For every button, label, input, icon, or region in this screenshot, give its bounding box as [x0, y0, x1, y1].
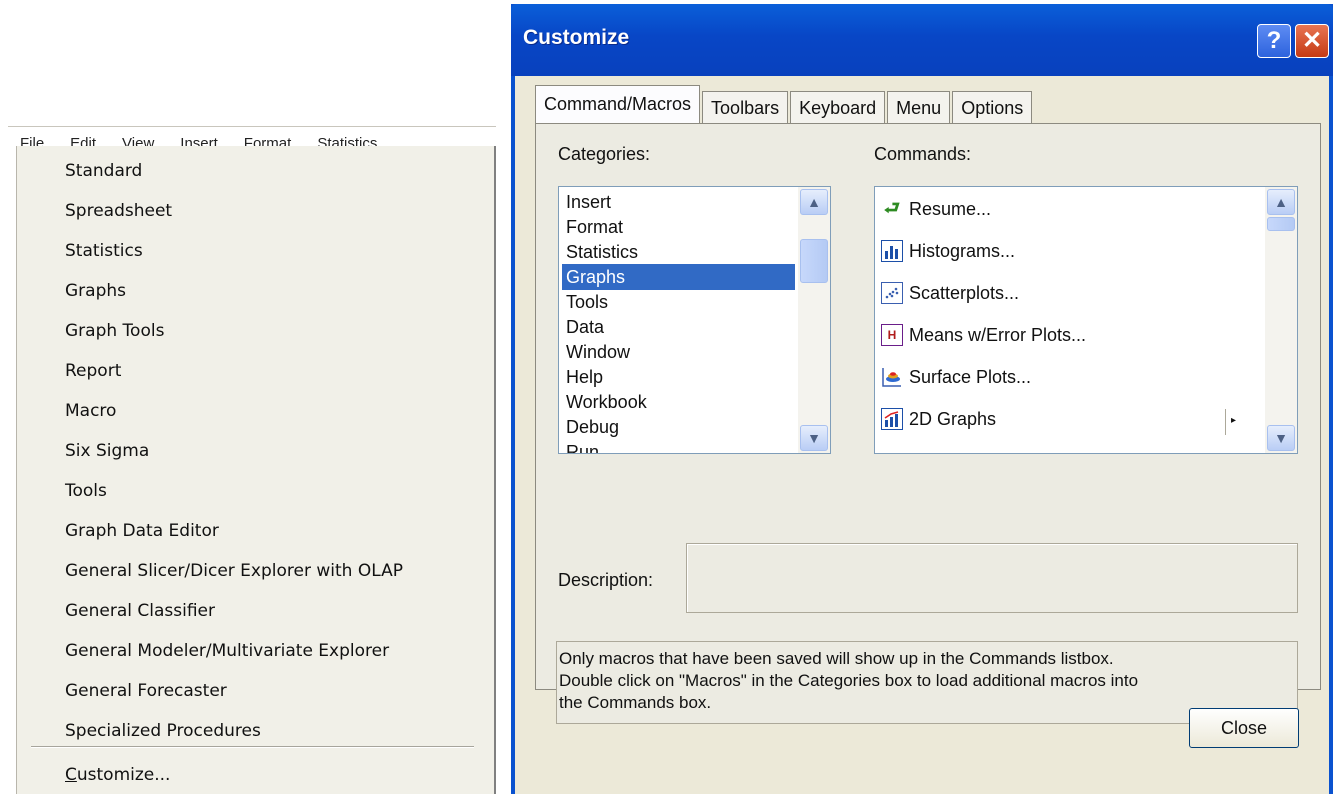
tab-toolbars[interactable]: Toolbars — [702, 91, 789, 124]
command-label: 2D Graphs — [909, 408, 997, 429]
category-insert[interactable]: Insert — [562, 189, 795, 215]
menu-item-graph-tools[interactable]: Graph Tools — [17, 316, 494, 346]
category-data[interactable]: Data — [562, 314, 795, 340]
command-label: Surface Plots... — [909, 366, 1032, 387]
command-histograms[interactable]: Histograms... — [881, 233, 1015, 269]
categories-listbox[interactable]: Insert Format Statistics Graphs Tools Da… — [558, 186, 831, 454]
categories-scrollbar[interactable]: ▲ ▼ — [798, 187, 830, 453]
green-arrow-icon: ⮐ — [883, 198, 901, 218]
info-line: the Commands box. — [559, 693, 712, 712]
info-text: Only macros that have been saved will sh… — [556, 641, 1298, 724]
command-label: Scatterplots... — [909, 282, 1020, 303]
command-resume[interactable]: ⮐ Resume... — [881, 191, 991, 227]
error-plot-icon: H — [881, 324, 903, 346]
scroll-down-arrow-icon[interactable]: ▼ — [800, 425, 828, 451]
customize-dialog: Customize ? ✕ Command/Macros Toolbars Ke… — [511, 4, 1333, 794]
category-run[interactable]: Run — [562, 439, 795, 453]
category-statistics[interactable]: Statistics — [562, 239, 795, 265]
dialog-body: Command/Macros Toolbars Keyboard Menu Op… — [515, 76, 1329, 794]
customize-label: ustomize... — [76, 765, 171, 785]
menu-item-graphs[interactable]: Graphs — [17, 276, 494, 306]
2d-graph-icon — [881, 408, 903, 430]
category-help[interactable]: Help — [562, 364, 795, 390]
menu-item-six-sigma[interactable]: Six Sigma — [17, 436, 494, 466]
help-button[interactable]: ? — [1257, 24, 1291, 58]
tab-options[interactable]: Options — [952, 91, 1033, 124]
menu-item-tools[interactable]: Tools — [17, 476, 494, 506]
commands-label: Commands: — [874, 144, 972, 164]
surface-plot-icon — [881, 366, 903, 388]
scroll-thumb[interactable] — [1267, 217, 1295, 231]
menu-item-statistics[interactable]: Statistics — [17, 236, 494, 266]
command-means-error-plots[interactable]: H Means w/Error Plots... — [881, 317, 1086, 353]
split-divider — [1225, 409, 1226, 435]
menu-item-spreadsheet[interactable]: Spreadsheet — [17, 196, 494, 226]
command-label: Histograms... — [909, 240, 1016, 261]
tab-keyboard[interactable]: Keyboard — [790, 91, 886, 124]
tab-command-macros[interactable]: Command/Macros — [535, 85, 701, 124]
command-2d-graphs[interactable]: 2D Graphs — [881, 401, 996, 437]
command-macros-panel: Categories: Commands: Insert Format Stat… — [535, 123, 1321, 724]
commands-scrollbar[interactable]: ▲ ▼ — [1265, 187, 1297, 453]
menu-separator — [31, 746, 474, 748]
toolbars-menu: Standard Spreadsheet Statistics Graphs G… — [16, 146, 496, 794]
command-scatterplots[interactable]: Scatterplots... — [881, 275, 1019, 311]
category-graphs[interactable]: Graphs — [562, 264, 795, 290]
title-close-button[interactable]: ✕ — [1295, 24, 1329, 58]
histogram-icon — [881, 240, 903, 262]
category-debug[interactable]: Debug — [562, 414, 795, 440]
scroll-thumb[interactable] — [800, 239, 828, 283]
description-label: Description: — [558, 570, 654, 590]
menu-item-graph-data-editor[interactable]: Graph Data Editor — [17, 516, 494, 546]
menu-item-general-forecaster[interactable]: General Forecaster — [17, 676, 494, 706]
scroll-up-arrow-icon[interactable]: ▲ — [1267, 189, 1295, 215]
tab-strip: Command/Macros Toolbars Keyboard Menu Op… — [535, 85, 1034, 124]
menu-item-specialized-procedures[interactable]: Specialized Procedures — [17, 716, 494, 746]
category-workbook[interactable]: Workbook — [562, 389, 795, 415]
dialog-title: Customize — [523, 26, 630, 49]
category-window[interactable]: Window — [562, 339, 795, 365]
category-format[interactable]: Format — [562, 214, 795, 240]
title-bar[interactable]: Customize ? ✕ — [511, 4, 1333, 76]
menu-item-standard[interactable]: Standard — [17, 156, 494, 186]
menu-item-macro[interactable]: Macro — [17, 396, 494, 426]
category-tools[interactable]: Tools — [562, 289, 795, 315]
close-button[interactable]: Close — [1189, 708, 1299, 748]
scroll-up-arrow-icon[interactable]: ▲ — [800, 189, 828, 215]
categories-label: Categories: — [558, 144, 651, 164]
menu-item-general-modeler[interactable]: General Modeler/Multivariate Explorer — [17, 636, 494, 666]
menu-item-customize[interactable]: Customize... — [17, 760, 494, 790]
info-line: Only macros that have been saved will sh… — [559, 649, 1114, 668]
tab-menu[interactable]: Menu — [887, 91, 951, 124]
customize-accelerator: C — [65, 765, 77, 785]
info-line: Double click on "Macros" in the Categori… — [559, 671, 1139, 690]
scroll-down-arrow-icon[interactable]: ▼ — [1267, 425, 1295, 451]
scatterplot-icon — [881, 282, 903, 304]
description-box — [686, 543, 1298, 613]
command-label: Resume... — [909, 198, 992, 219]
menu-item-general-slicer-dicer[interactable]: General Slicer/Dicer Explorer with OLAP — [17, 556, 494, 586]
menu-item-report[interactable]: Report — [17, 356, 494, 386]
submenu-arrow-icon: ▸ — [1231, 415, 1237, 426]
menu-item-general-classifier[interactable]: General Classifier — [17, 596, 494, 626]
command-label: Means w/Error Plots... — [909, 324, 1087, 345]
commands-listbox[interactable]: ⮐ Resume... Histograms... Scatterplots..… — [874, 186, 1298, 454]
command-surface-plots[interactable]: Surface Plots... — [881, 359, 1031, 395]
